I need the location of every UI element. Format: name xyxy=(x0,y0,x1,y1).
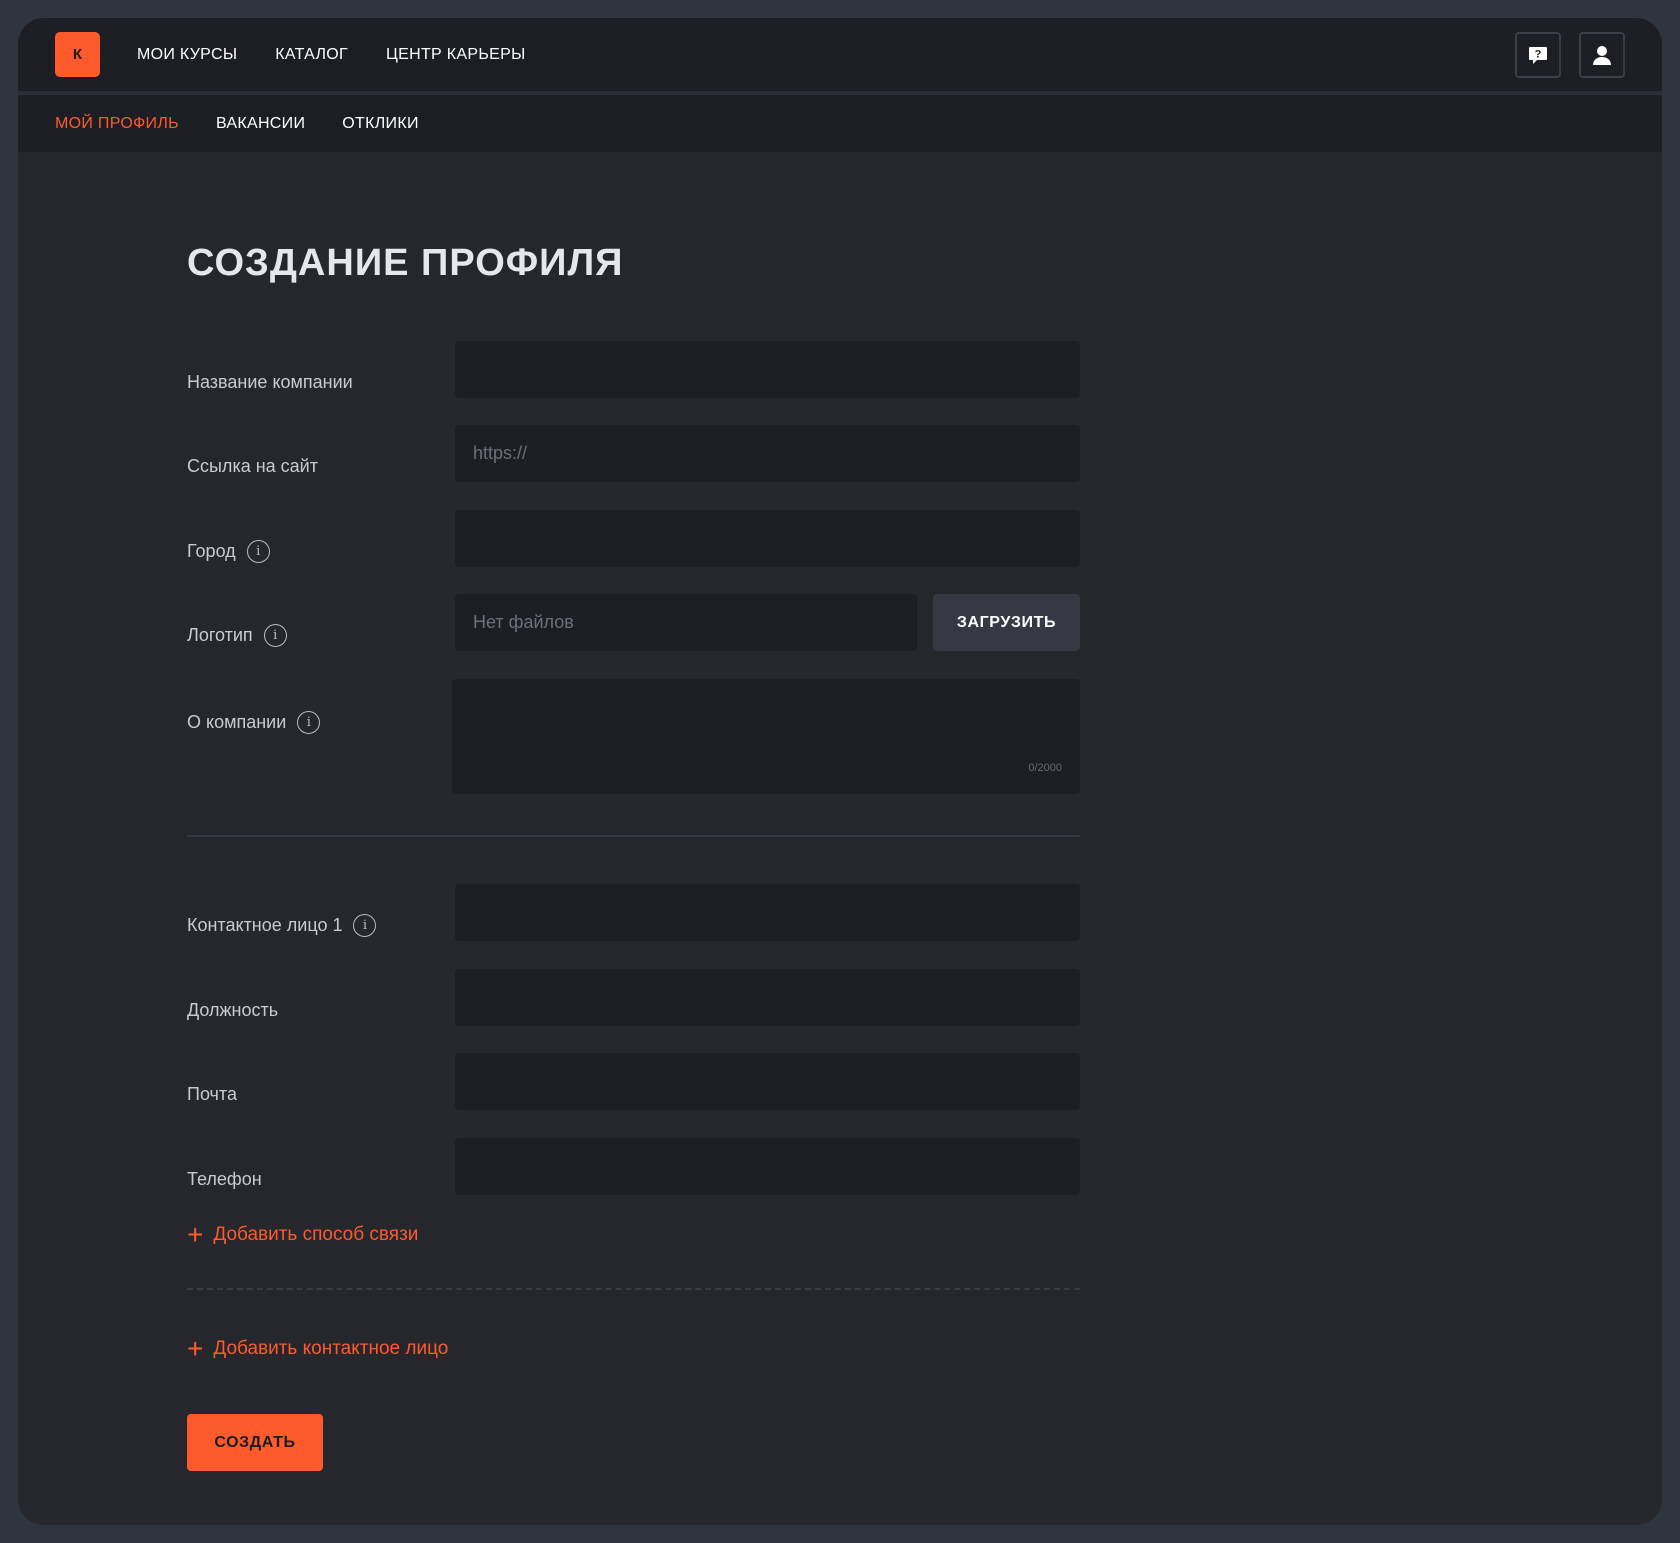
company-name-label-text: Название компании xyxy=(187,371,353,392)
phone-label: Телефон xyxy=(187,1167,262,1191)
help-chat-icon: ? xyxy=(1529,47,1547,64)
logo-label: Логотип i xyxy=(187,623,287,647)
info-icon[interactable]: i xyxy=(246,539,270,563)
position-input[interactable] xyxy=(455,969,1080,1026)
top-navbar: К МОИ КУРСЫ КАТАЛОГ ЦЕНТР КАРЬЕРЫ ? xyxy=(18,18,1662,91)
phone-label-text: Телефон xyxy=(187,1168,262,1189)
tab-responses[interactable]: ОТКЛИКИ xyxy=(342,115,418,133)
add-contact-person-link[interactable]: + Добавить контактное лицо xyxy=(187,1335,448,1363)
svg-text:?: ? xyxy=(1535,49,1542,61)
app-window: К МОИ КУРСЫ КАТАЛОГ ЦЕНТР КАРЬЕРЫ ? МОЙ … xyxy=(18,18,1662,1525)
logo-file-field[interactable]: Нет файлов xyxy=(455,594,917,651)
contact-person-label-text: Контактное лицо 1 xyxy=(187,914,343,935)
city-label: Город i xyxy=(187,539,270,563)
about-textarea[interactable]: 0/2000 xyxy=(452,679,1080,794)
email-input[interactable] xyxy=(455,1053,1080,1110)
help-button[interactable]: ? xyxy=(1515,32,1561,78)
about-label-text: О компании xyxy=(187,711,287,732)
nav-catalog[interactable]: КАТАЛОГ xyxy=(275,46,348,64)
tab-vacancies[interactable]: ВАКАНСИИ xyxy=(216,115,305,133)
company-name-label: Название компании xyxy=(187,370,353,394)
dashed-divider xyxy=(187,1288,1080,1290)
website-label-text: Ссылка на сайт xyxy=(187,455,318,476)
nav-career-center[interactable]: ЦЕНТР КАРЬЕРЫ xyxy=(386,46,526,64)
logo[interactable]: К xyxy=(55,32,100,77)
website-input[interactable]: https:// xyxy=(455,425,1080,482)
position-label-text: Должность xyxy=(187,999,279,1020)
plus-icon: + xyxy=(187,1333,204,1364)
city-input[interactable] xyxy=(455,510,1080,567)
info-icon[interactable]: i xyxy=(263,623,287,647)
phone-input[interactable] xyxy=(455,1138,1080,1195)
logo-label-text: Логотип xyxy=(187,624,253,645)
char-counter: 0/2000 xyxy=(1028,762,1062,774)
city-label-text: Город xyxy=(187,540,236,561)
page-title: СОЗДАНИЕ ПРОФИЛЯ xyxy=(187,242,624,284)
contact-person-input[interactable] xyxy=(455,884,1080,941)
website-label: Ссылка на сайт xyxy=(187,454,318,478)
user-icon xyxy=(1593,46,1611,65)
about-label: О компании i xyxy=(187,710,321,734)
add-contact-method-text: Добавить способ связи xyxy=(213,1224,419,1245)
email-label-text: Почта xyxy=(187,1083,237,1104)
email-label: Почта xyxy=(187,1082,237,1106)
section-divider xyxy=(187,835,1080,837)
add-contact-method-link[interactable]: + Добавить способ связи xyxy=(187,1221,418,1249)
profile-button[interactable] xyxy=(1579,32,1625,78)
tab-my-profile[interactable]: МОЙ ПРОФИЛЬ xyxy=(55,115,179,133)
info-icon[interactable]: i xyxy=(297,710,321,734)
info-icon[interactable]: i xyxy=(353,913,377,937)
nav-my-courses[interactable]: МОИ КУРСЫ xyxy=(137,46,237,64)
contact-person-label: Контактное лицо 1 i xyxy=(187,913,377,937)
position-label: Должность xyxy=(187,998,278,1022)
add-contact-person-text: Добавить контактное лицо xyxy=(213,1338,449,1359)
upload-button[interactable]: ЗАГРУЗИТЬ xyxy=(933,594,1080,651)
create-button[interactable]: СОЗДАТЬ xyxy=(187,1414,323,1471)
sub-nav: МОЙ ПРОФИЛЬ ВАКАНСИИ ОТКЛИКИ xyxy=(18,95,1662,152)
plus-icon: + xyxy=(187,1219,204,1250)
main-nav: МОИ КУРСЫ КАТАЛОГ ЦЕНТР КАРЬЕРЫ xyxy=(137,18,564,91)
company-name-input[interactable] xyxy=(455,341,1080,398)
